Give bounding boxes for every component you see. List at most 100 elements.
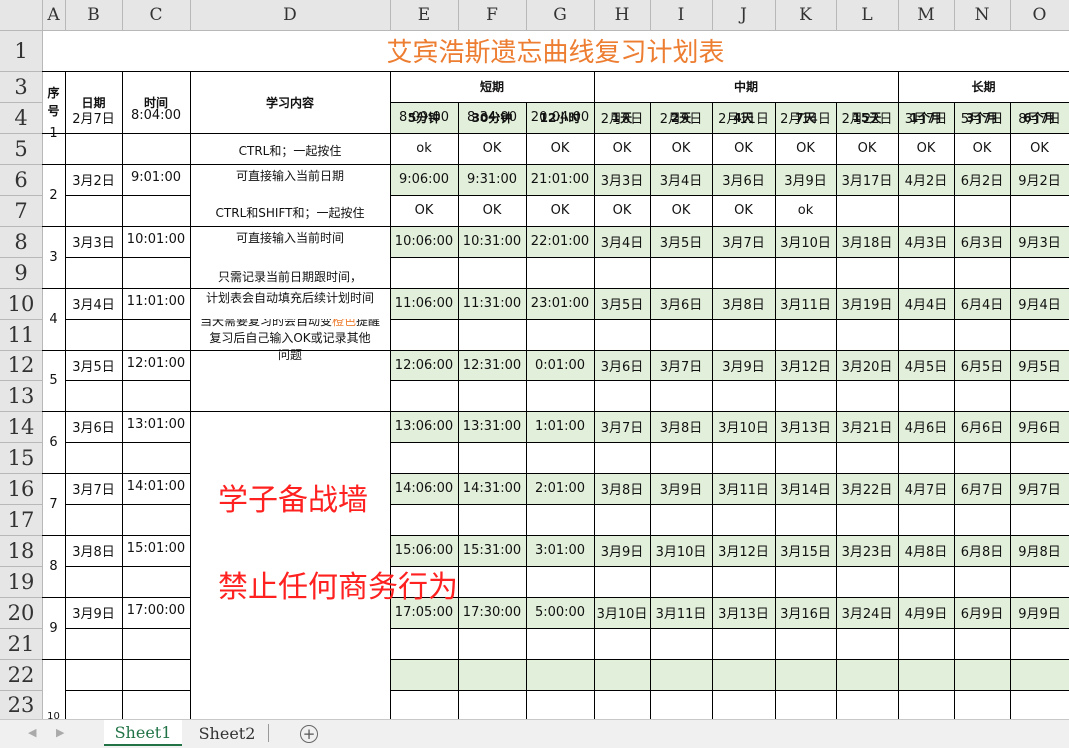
record-no[interactable]: 3 — [42, 226, 65, 288]
record-no[interactable]: 9 — [42, 597, 65, 659]
status-cell[interactable] — [775, 257, 836, 288]
status-cell[interactable] — [954, 504, 1010, 535]
row-header-6[interactable]: 6 — [0, 164, 42, 195]
schedule-cell[interactable]: 5月7日 — [954, 102, 1010, 133]
schedule-cell[interactable]: 3月9日 — [712, 350, 775, 380]
status-cell[interactable]: OK — [836, 133, 898, 164]
status-cell[interactable] — [390, 442, 458, 473]
schedule-cell[interactable]: 4月4日 — [898, 288, 954, 319]
row-header-9[interactable]: 9 — [0, 257, 42, 288]
status-cell[interactable]: OK — [458, 195, 526, 226]
status-cell[interactable] — [712, 380, 775, 411]
status-cell[interactable] — [1010, 380, 1069, 411]
record-date[interactable]: 3月6日 — [65, 411, 122, 442]
schedule-cell[interactable]: 6月4日 — [954, 288, 1010, 319]
schedule-cell[interactable]: 6月6日 — [954, 411, 1010, 442]
schedule-cell[interactable]: 2月22日 — [836, 102, 898, 133]
column-header-d[interactable]: D — [190, 0, 390, 30]
schedule-cell[interactable]: 9月6日 — [1010, 411, 1069, 442]
schedule-cell[interactable]: 3月7日 — [594, 411, 650, 442]
sheet-title[interactable]: 艾宾浩斯遗忘曲线复习计划表 — [42, 30, 1069, 71]
status-cell[interactable] — [526, 628, 594, 659]
status-cell[interactable]: OK — [458, 133, 526, 164]
schedule-cell[interactable]: 3月6日 — [712, 164, 775, 195]
status-cell[interactable] — [954, 257, 1010, 288]
status-cell[interactable] — [954, 195, 1010, 226]
status-cell[interactable] — [458, 319, 526, 350]
record-time[interactable]: 12:01:00 — [122, 350, 190, 380]
status-cell[interactable] — [775, 504, 836, 535]
schedule-cell[interactable]: 2月14日 — [775, 102, 836, 133]
schedule-cell[interactable]: 6月2日 — [954, 164, 1010, 195]
status-cell[interactable] — [650, 380, 712, 411]
sheet-tab-sheet2[interactable]: Sheet2 — [188, 720, 266, 746]
row-header-15[interactable]: 15 — [0, 442, 42, 473]
status-cell[interactable] — [775, 442, 836, 473]
status-cell[interactable] — [390, 504, 458, 535]
row-header-12[interactable]: 12 — [0, 350, 42, 380]
schedule-cell[interactable]: 11:31:00 — [458, 288, 526, 319]
schedule-cell[interactable]: 3月23日 — [836, 535, 898, 566]
status-cell[interactable] — [775, 319, 836, 350]
record-date[interactable]: 3月4日 — [65, 288, 122, 319]
schedule-cell[interactable]: 3月6日 — [594, 350, 650, 380]
column-header-c[interactable]: C — [122, 0, 190, 30]
status-cell[interactable] — [836, 257, 898, 288]
schedule-cell[interactable]: 13:06:00 — [390, 411, 458, 442]
schedule-cell[interactable]: 4月8日 — [898, 535, 954, 566]
row-header-16[interactable]: 16 — [0, 473, 42, 504]
status-cell[interactable] — [712, 504, 775, 535]
schedule-cell[interactable]: 3月3日 — [594, 164, 650, 195]
record-no[interactable]: 1 — [42, 102, 65, 164]
record-date[interactable]: 3月2日 — [65, 164, 122, 195]
status-cell[interactable] — [458, 442, 526, 473]
record-time[interactable]: 11:01:00 — [122, 288, 190, 319]
record-date[interactable]: 3月9日 — [65, 597, 122, 628]
schedule-cell[interactable]: 3月15日 — [775, 535, 836, 566]
record-time[interactable]: 15:01:00 — [122, 535, 190, 566]
record-time[interactable]: 10:01:00 — [122, 226, 190, 257]
schedule-cell[interactable]: 3月10日 — [594, 597, 650, 628]
schedule-cell[interactable]: 14:31:00 — [458, 473, 526, 504]
schedule-cell[interactable]: 3月7日 — [898, 102, 954, 133]
column-header-o[interactable]: O — [1010, 0, 1069, 30]
record-time[interactable]: 9:01:00 — [122, 164, 190, 195]
schedule-cell[interactable]: 9:31:00 — [458, 164, 526, 195]
status-cell[interactable] — [594, 442, 650, 473]
status-cell[interactable] — [650, 319, 712, 350]
row-header-4[interactable]: 4 — [0, 102, 42, 133]
status-cell[interactable] — [836, 195, 898, 226]
status-cell[interactable]: OK — [526, 195, 594, 226]
schedule-cell[interactable]: 3月4日 — [650, 164, 712, 195]
status-cell[interactable] — [458, 380, 526, 411]
status-cell[interactable] — [650, 566, 712, 597]
schedule-cell[interactable]: 3月9日 — [775, 164, 836, 195]
record-no[interactable]: 6 — [42, 411, 65, 473]
column-header-l[interactable]: L — [836, 0, 898, 30]
schedule-cell[interactable]: 0:01:00 — [526, 350, 594, 380]
column-header-n[interactable]: N — [954, 0, 1010, 30]
status-cell[interactable] — [898, 504, 954, 535]
status-cell[interactable] — [1010, 442, 1069, 473]
schedule-cell[interactable]: 3:01:00 — [526, 535, 594, 566]
schedule-cell[interactable]: 4月7日 — [898, 473, 954, 504]
schedule-cell[interactable]: 21:01:00 — [526, 164, 594, 195]
column-header-g[interactable]: G — [526, 0, 594, 30]
status-cell[interactable] — [1010, 319, 1069, 350]
schedule-cell[interactable]: 4月5日 — [898, 350, 954, 380]
schedule-cell[interactable]: 2月9日 — [650, 102, 712, 133]
status-cell[interactable] — [712, 628, 775, 659]
status-cell[interactable]: OK — [775, 133, 836, 164]
status-cell[interactable] — [898, 195, 954, 226]
row-header-20[interactable]: 20 — [0, 597, 42, 628]
record-no[interactable]: 7 — [42, 473, 65, 535]
header-mid-term[interactable]: 中期 — [594, 71, 898, 102]
schedule-cell[interactable]: 9月3日 — [1010, 226, 1069, 257]
schedule-cell[interactable]: 3月8日 — [712, 288, 775, 319]
schedule-cell[interactable]: 3月13日 — [775, 411, 836, 442]
schedule-cell[interactable]: 4月9日 — [898, 597, 954, 628]
schedule-cell[interactable]: 8月7日 — [1010, 102, 1069, 133]
status-cell[interactable] — [1010, 628, 1069, 659]
schedule-cell[interactable]: 2:01:00 — [526, 473, 594, 504]
schedule-cell[interactable]: 3月7日 — [712, 226, 775, 257]
